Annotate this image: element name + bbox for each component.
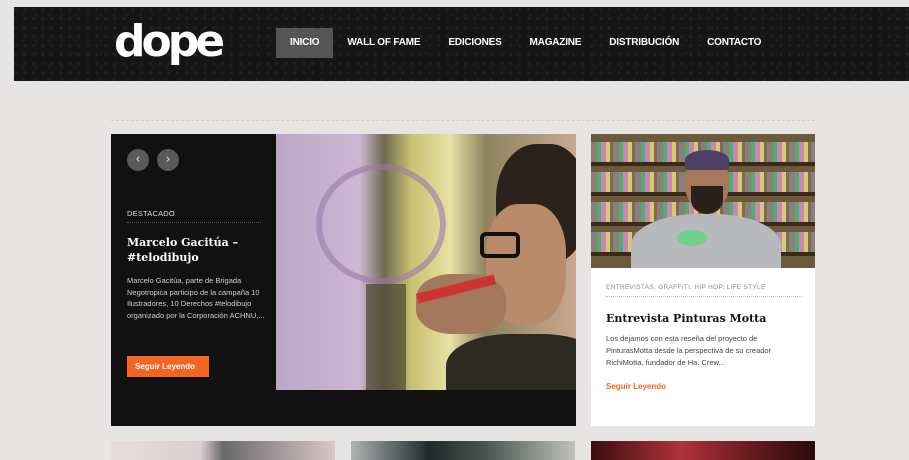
featured-read-more-button[interactable]: Seguir Leyendo — [127, 356, 209, 377]
section-divider — [111, 120, 815, 121]
site-header: dope INICIO WALL OF FAME EDICIONES MAGAZ… — [14, 7, 909, 81]
nav-item-contacto[interactable]: CONTACTO — [693, 28, 775, 58]
article-card-image[interactable] — [591, 134, 815, 268]
article-card-title[interactable]: Entrevista Pinturas Motta — [606, 312, 802, 325]
featured-title[interactable]: Marcelo Gacitúa – #telodibujo — [127, 235, 267, 265]
nav-item-magazine[interactable]: MAGAZINE — [516, 28, 596, 58]
teaser-card-image[interactable] — [591, 441, 815, 460]
chevron-left-icon: ‹ — [135, 152, 141, 167]
featured-tag: DESTACADO — [127, 209, 261, 223]
nav-item-ediciones[interactable]: EDICIONES — [434, 28, 515, 58]
nav-item-inicio[interactable]: INICIO — [276, 28, 334, 58]
site-logo[interactable]: dope — [114, 19, 225, 65]
article-card-excerpt: Los dejamos con esta reseña del proyecto… — [606, 334, 772, 367]
article-card-read-more-link[interactable]: Seguir Leyendo — [606, 382, 666, 391]
main-nav: INICIO WALL OF FAME EDICIONES MAGAZINE D… — [276, 28, 775, 58]
chevron-right-icon: › — [165, 152, 171, 167]
teaser-card-image[interactable] — [111, 441, 335, 460]
article-card-categories[interactable]: ENTREVISTAS, GRAFFITI, HIP HOP, LIFE STY… — [606, 284, 802, 297]
slider-prev-button[interactable]: ‹ — [127, 149, 149, 171]
featured-slider: ‹ › DESTACADO Marcelo Gacitúa – #telodib… — [111, 134, 576, 426]
nav-item-wall-of-fame[interactable]: WALL OF FAME — [333, 28, 434, 58]
featured-excerpt: Marcelo Gacitúa, parte de Brigada Negotr… — [127, 276, 265, 320]
teaser-card-image[interactable] — [351, 441, 575, 460]
featured-image[interactable] — [276, 134, 576, 390]
nav-item-distribucion[interactable]: DISTRIBUCIÓN — [595, 28, 693, 58]
slider-next-button[interactable]: › — [157, 149, 179, 171]
article-card: ENTREVISTAS, GRAFFITI, HIP HOP, LIFE STY… — [591, 134, 815, 426]
